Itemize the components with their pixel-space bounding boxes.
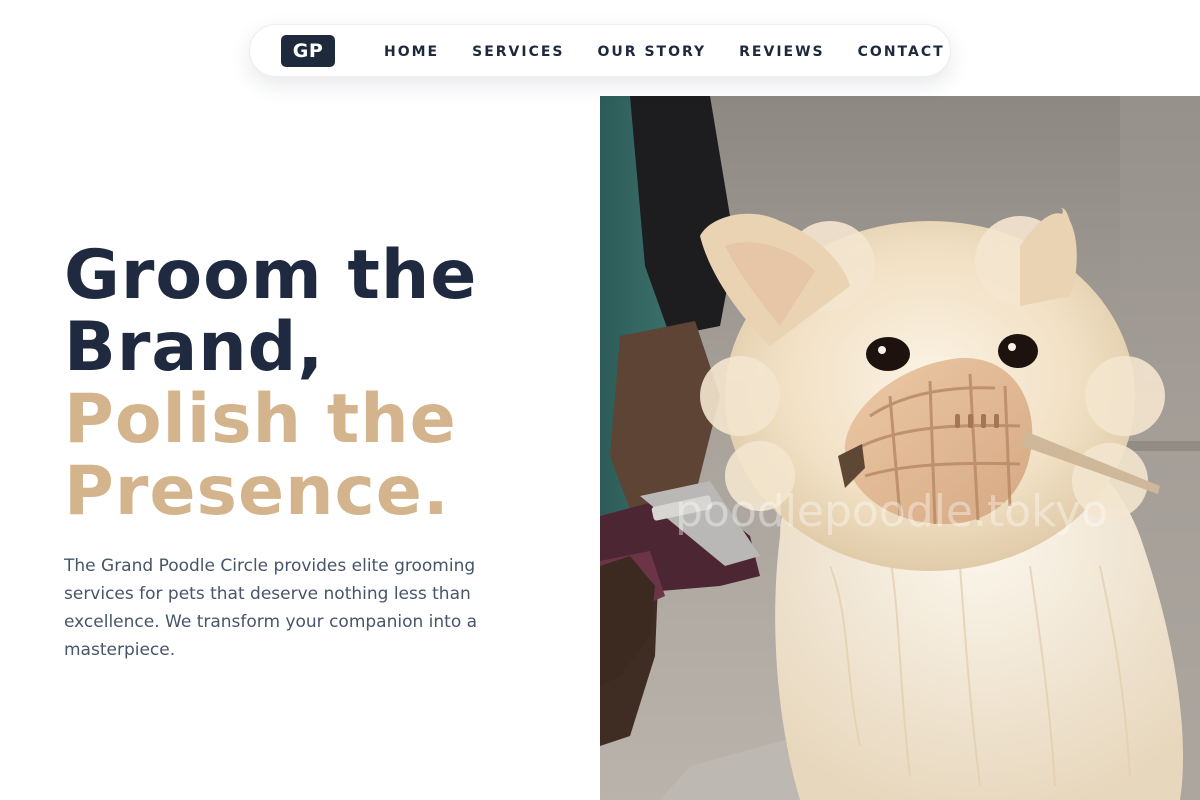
nav-link-contact[interactable]: CONTACT bbox=[858, 44, 945, 60]
nav-link-reviews[interactable]: REVIEWS bbox=[739, 44, 824, 60]
top-navigation: GP HOME SERVICES OUR STORY REVIEWS CONTA… bbox=[249, 24, 951, 77]
nav-link-our-story[interactable]: OUR STORY bbox=[598, 44, 707, 60]
hero-title: Groom the Brand, Polish the Presence. bbox=[64, 240, 584, 528]
brand-logo[interactable]: GP bbox=[281, 35, 335, 67]
hero-title-line-3: Polish the bbox=[64, 380, 457, 459]
nav-links: HOME SERVICES OUR STORY REVIEWS CONTACT bbox=[384, 25, 945, 78]
dog-grooming-illustration: poodlepoodle.tokyo bbox=[600, 96, 1200, 800]
hero-description: The Grand Poodle Circle provides elite g… bbox=[64, 556, 478, 660]
landing-page: GP HOME SERVICES OUR STORY REVIEWS CONTA… bbox=[0, 0, 1200, 800]
hero-title-line-1: Groom the bbox=[64, 236, 478, 315]
nav-link-home[interactable]: HOME bbox=[384, 44, 439, 60]
nav-link-services[interactable]: SERVICES bbox=[472, 44, 564, 60]
hero-title-line-2: Brand, bbox=[64, 308, 325, 387]
hero-dog-photo: poodlepoodle.tokyo bbox=[600, 96, 1200, 800]
photo-watermark: poodlepoodle.tokyo bbox=[675, 486, 1108, 537]
hero-title-line-4: Presence. bbox=[64, 452, 450, 531]
